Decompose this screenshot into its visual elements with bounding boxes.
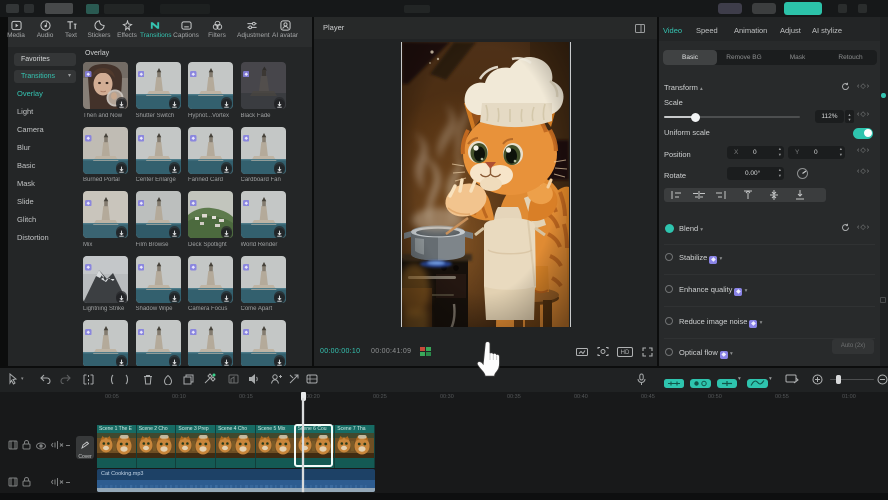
svg-text:HD: HD	[621, 350, 630, 356]
